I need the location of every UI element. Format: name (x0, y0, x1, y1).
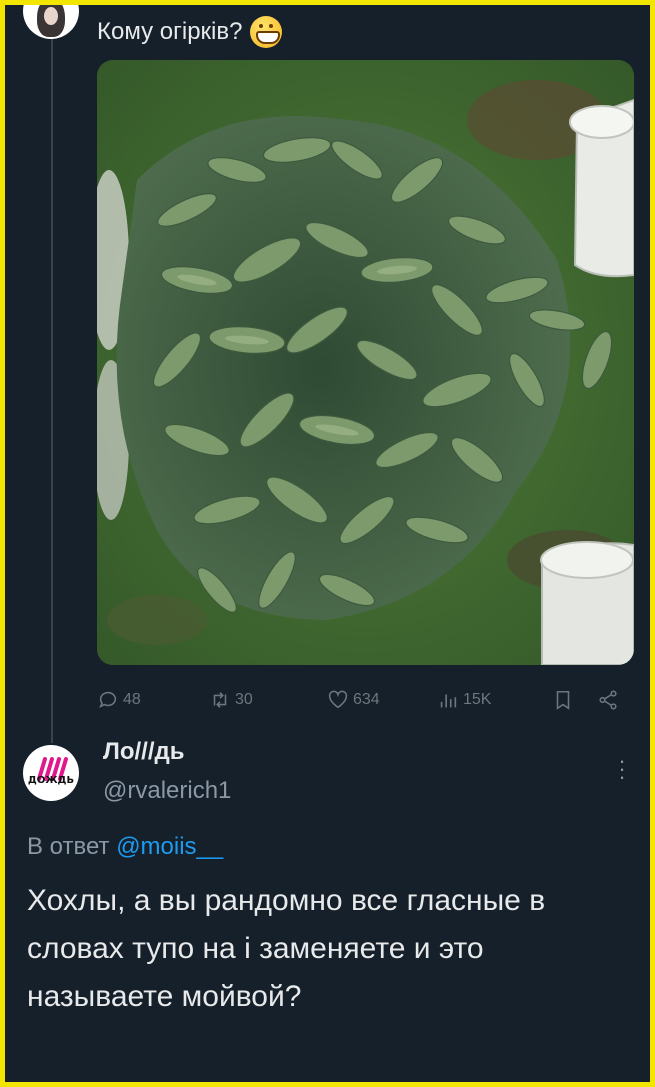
replying-to-line: В ответ @moiis__ (27, 833, 223, 861)
retweet-count: 30 (235, 691, 253, 708)
more-options-icon[interactable]: · · · (615, 750, 629, 788)
bookmark-icon (556, 690, 570, 710)
like-count: 634 (353, 691, 380, 708)
cucumber-photo-illustration (97, 60, 634, 665)
retweet-action[interactable]: 30 (209, 689, 253, 711)
thread-connector-line (51, 35, 53, 743)
share-icon (599, 690, 617, 710)
share-action[interactable] (597, 689, 619, 711)
reply-display-name[interactable]: Ло///дь (103, 738, 185, 766)
tweet-photo-cucumbers[interactable] (97, 60, 634, 665)
screenshot-frame: Кому огірків? 48 30 634 15K ДОЖДЬ Ло///д… (5, 5, 650, 1082)
dozhd-logo-icon (37, 757, 68, 781)
reply-icon (99, 691, 117, 709)
original-tweet-avatar[interactable] (23, 5, 79, 39)
reply-handle[interactable]: @rvalerich1 (103, 777, 231, 805)
bookmark-action[interactable] (552, 689, 574, 711)
avatar-logo-text: ДОЖДЬ (27, 775, 75, 786)
original-tweet-text: Кому огірків? (97, 16, 283, 48)
heart-icon (328, 690, 348, 709)
avatar-face (44, 7, 58, 25)
retweet-icon (213, 692, 227, 708)
reply-to-mention-link[interactable]: @moiis__ (116, 833, 223, 860)
like-action[interactable]: 634 (327, 689, 380, 711)
reply-count: 48 (123, 691, 141, 708)
reply-author-avatar[interactable]: ДОЖДЬ (23, 745, 79, 801)
tweet-action-bar: 48 30 634 15K (97, 685, 634, 715)
reply-action[interactable]: 48 (97, 689, 141, 711)
views-bar-chart-icon (440, 694, 457, 708)
reply-to-prefix: В ответ (27, 833, 110, 860)
views-action[interactable]: 15K (437, 689, 491, 711)
tweet-text: Кому огірків? (97, 18, 243, 45)
view-count: 15K (463, 691, 492, 708)
grinning-face-icon (250, 16, 283, 48)
reply-text: Хохлы, а вы рандомно все гласные в слова… (27, 884, 546, 1013)
